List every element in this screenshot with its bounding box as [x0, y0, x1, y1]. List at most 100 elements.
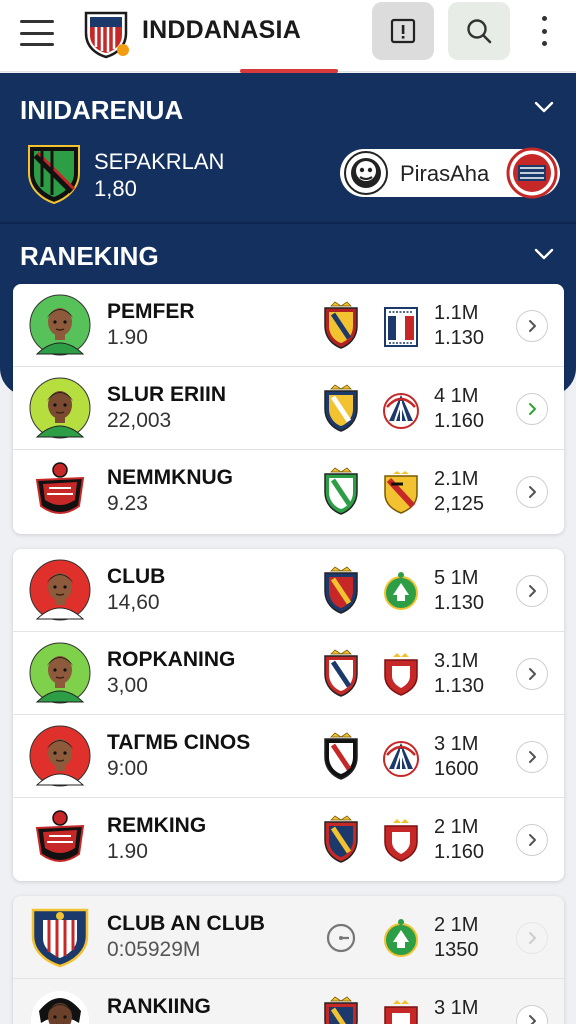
row-open-button[interactable]: [516, 575, 548, 607]
row-stat-primary: 5 1M: [434, 567, 479, 589]
club-crest-icon: [383, 741, 419, 777]
row-stat-primary: 3 1M: [434, 997, 479, 1019]
row-name: TAГMБ CINOS: [107, 731, 251, 754]
arena-section: INIDARENUA SEPAKRLAN 1,80 PirasAha: [0, 73, 576, 224]
row-name: PEMFER: [107, 300, 195, 323]
row-stat-primary: 3.1M: [434, 650, 479, 672]
team-b-badge-icon: [506, 147, 558, 199]
row-name: CLUB: [107, 565, 166, 588]
ranking-row[interactable]: RANKIING 3 1M: [13, 979, 564, 1024]
row-name: RANKIING: [107, 995, 211, 1018]
row-stat-primary: 2 1M: [434, 816, 479, 838]
search-icon: [467, 19, 492, 44]
opponent-crest: [381, 470, 421, 514]
row-stat-secondary: 1.130: [434, 327, 485, 349]
avatar: [29, 808, 91, 870]
ranking-row[interactable]: CLUB 14,60 5 1M 1.130: [13, 549, 564, 632]
chevron-right-icon: [529, 1015, 536, 1024]
player-avatar: [29, 725, 91, 787]
club-crest: [321, 995, 361, 1024]
club-crest-avatar: [31, 908, 89, 968]
app-title: INDDANASIA: [142, 16, 301, 44]
app-logo: [84, 11, 129, 59]
ranking-row[interactable]: NEMMKNUG 9.23 2.1M 2,125: [13, 450, 564, 533]
player-avatar: [29, 294, 91, 356]
row-open-button[interactable]: [516, 658, 548, 690]
row-stat-secondary: 1.130: [434, 592, 485, 614]
row-sub-value: 0:05929M: [107, 938, 201, 961]
ranking-row[interactable]: TAГMБ CINOS 9:00 3 1M 1600: [13, 715, 564, 798]
club-crest-icon: [324, 301, 358, 349]
club-crest: [321, 731, 361, 781]
ranking-card: PEMFER 1.90 1.1M 1.130 SLUR ERIIN 22,003 4 1M 1…: [13, 284, 564, 534]
row-open-button[interactable]: [516, 393, 548, 425]
row-stat-primary: 1.1M: [434, 302, 479, 324]
opponent-crest: [381, 818, 421, 862]
chevron-right-icon: [529, 585, 536, 597]
team-a-crest-icon: [28, 145, 80, 205]
avatar: [29, 294, 91, 356]
row-open-button[interactable]: [516, 741, 548, 773]
row-stat-primary: 4 1M: [434, 385, 479, 407]
row-stat-secondary: 1.160: [434, 841, 485, 863]
club-crest-icon: [324, 732, 358, 780]
row-name: ROPKANING: [107, 648, 236, 671]
row-stat-secondary: 2,125: [434, 493, 485, 515]
chevron-down-icon[interactable]: [532, 95, 556, 119]
player-avatar: [31, 991, 89, 1024]
flag-crest-icon: [384, 307, 418, 347]
ranking-row[interactable]: REMKING 1.90 2 1M 1.160: [13, 798, 564, 881]
row-stat-secondary: 1600: [434, 758, 479, 780]
club-crest-avatar: [33, 462, 87, 520]
team-b-pill[interactable]: PirasAha: [340, 147, 560, 199]
team-a-value: 1,80: [94, 176, 137, 201]
club-crest-icon: [324, 384, 358, 432]
opponent-crest: [381, 569, 421, 613]
ranking-row[interactable]: CLUB AN CLUB 0:05929M 2 1M 1350: [13, 896, 564, 979]
club-crest-icon: [384, 1000, 418, 1024]
club-crest: [321, 912, 361, 962]
club-crest: [321, 300, 361, 350]
row-sub-value: 9.23: [107, 492, 148, 515]
club-crest: [321, 466, 361, 516]
opponent-crest: [381, 999, 421, 1024]
row-open-button[interactable]: [516, 1005, 548, 1024]
avatar: [29, 989, 91, 1024]
team-a-name: SEPAKRLAN: [94, 149, 225, 174]
section-divider: [0, 222, 576, 224]
club-crest-icon: [384, 572, 418, 610]
row-open-button[interactable]: [516, 476, 548, 508]
club-crest-icon: [384, 471, 418, 514]
avatar: [29, 725, 91, 787]
club-crest: [321, 383, 361, 433]
chevron-right-icon: [529, 668, 536, 680]
club-crest-icon: [324, 566, 358, 614]
ranking-row[interactable]: ROPKANING 3,00 3.1M 1.130: [13, 632, 564, 715]
ranking-card: CLUB AN CLUB 0:05929M 2 1M 1350 RANKIING 3 1M: [13, 896, 564, 1024]
alert-button[interactable]: [372, 2, 434, 60]
row-stat-primary: 3 1M: [434, 733, 479, 755]
kebab-icon[interactable]: [532, 16, 556, 46]
club-crest-icon: [324, 649, 358, 697]
ranking-row[interactable]: SLUR ERIIN 22,003 4 1M 1.160: [13, 367, 564, 450]
chevron-down-icon[interactable]: [532, 242, 556, 266]
chevron-right-icon: [529, 320, 536, 332]
chevron-right-icon: [529, 751, 536, 763]
row-name: CLUB AN CLUB: [107, 912, 265, 935]
row-open-button[interactable]: [516, 310, 548, 342]
opponent-crest: [381, 387, 421, 431]
club-crest-icon: [324, 467, 358, 515]
team-b-name: PirasAha: [400, 161, 490, 186]
avatar: [29, 559, 91, 621]
hamburger-icon[interactable]: [20, 20, 54, 46]
row-open-button[interactable]: [516, 922, 548, 954]
row-name: SLUR ERIIN: [107, 383, 227, 406]
avatar: [29, 460, 91, 522]
opponent-crest: [381, 916, 421, 960]
row-open-button[interactable]: [516, 824, 548, 856]
ranking-row[interactable]: PEMFER 1.90 1.1M 1.130: [13, 284, 564, 367]
search-button[interactable]: [448, 2, 510, 60]
club-crest-icon: [384, 653, 418, 696]
chevron-right-icon: [529, 403, 536, 415]
avatar: [29, 642, 91, 704]
